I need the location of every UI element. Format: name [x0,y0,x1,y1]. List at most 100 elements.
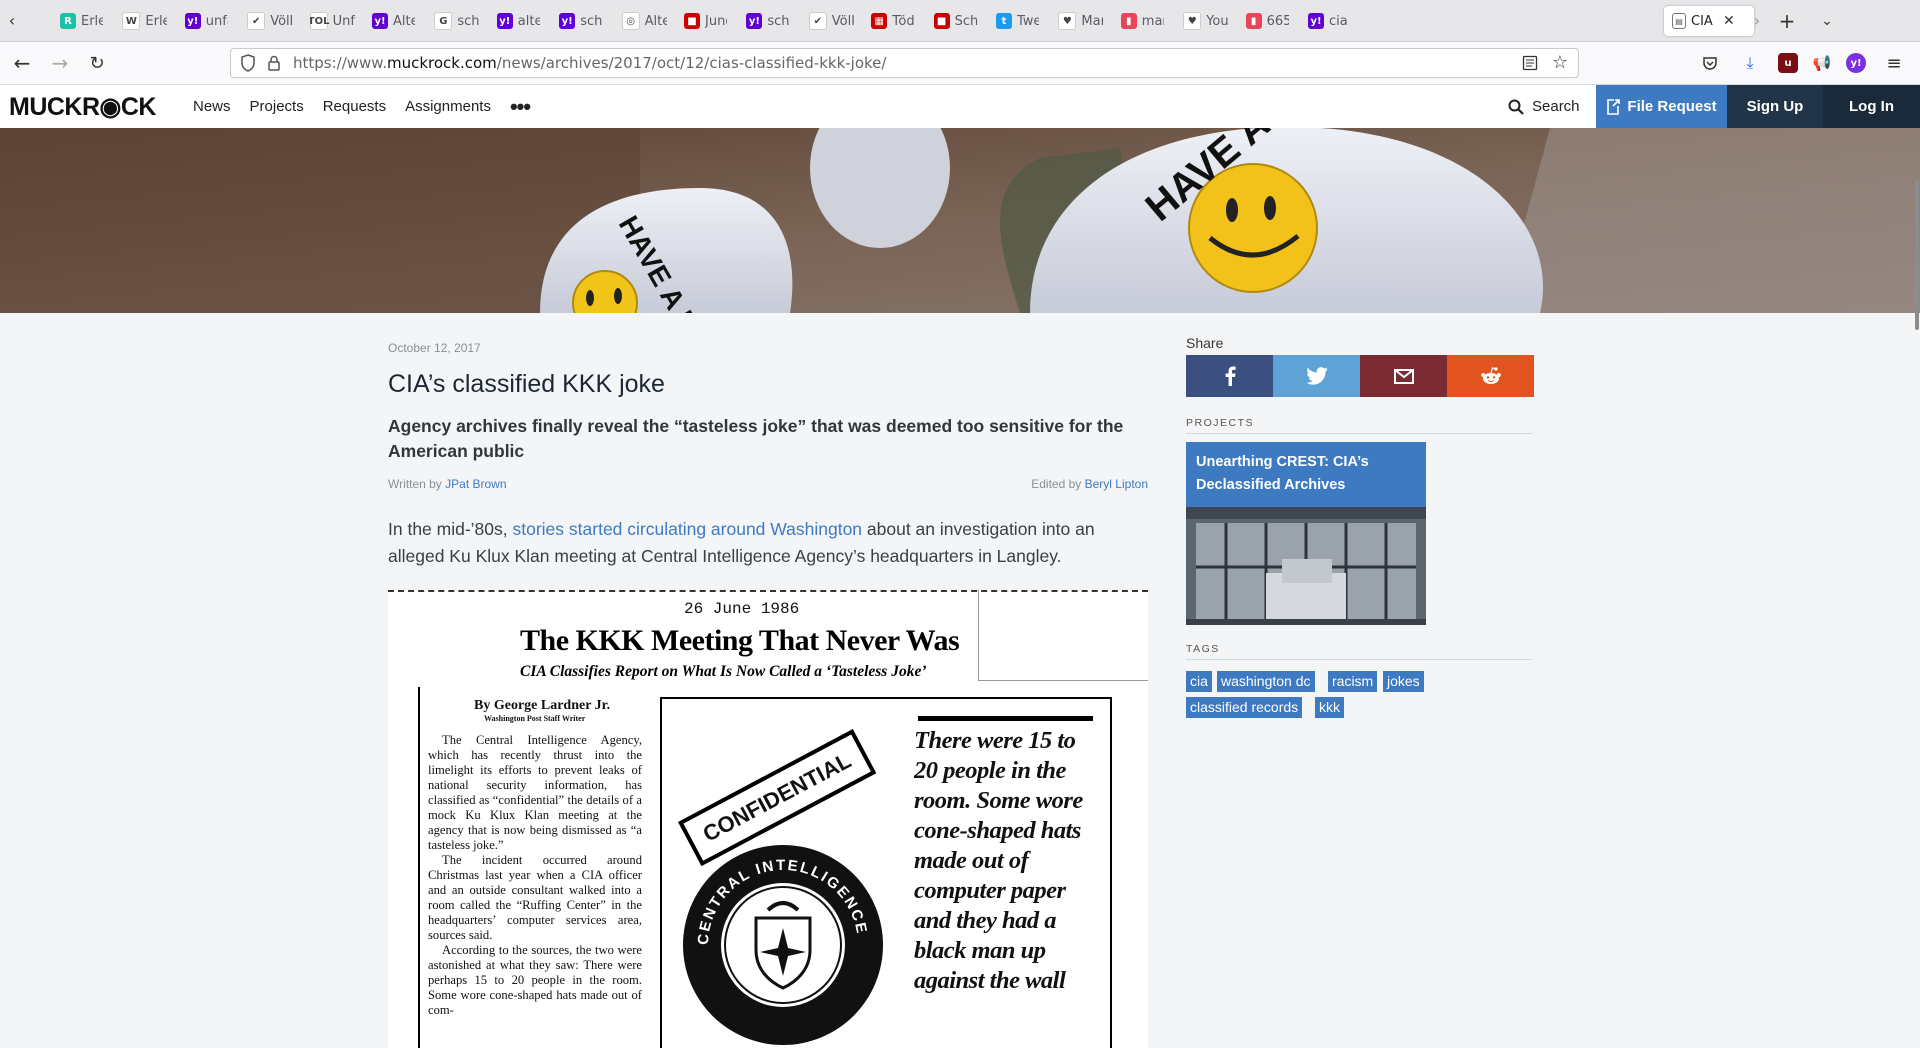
tab-favicon-icon: ♥ [1183,12,1202,30]
log-in-button[interactable]: Log In [1823,85,1920,128]
browser-tab[interactable]: y!schw [746,6,789,36]
nav-projects[interactable]: Projects [250,98,304,115]
browser-tab[interactable]: ✔Völki [247,6,292,36]
byline: Written by JPat Brown [388,477,507,491]
back-icon[interactable]: ← [5,42,39,84]
twitter-icon [1305,367,1328,385]
tab-favicon-icon: t [996,13,1012,29]
new-tab-icon[interactable]: + [1772,0,1802,41]
tab-favicon-icon: G [434,12,453,30]
browser-tab[interactable]: ▦Tödl [871,6,914,36]
browser-tab[interactable]: R Erlen [60,6,103,36]
url-bar[interactable]: https://www.muckrock.com/news/archives/2… [230,48,1579,78]
clipping-byline-sub: Washington Post Staff Writer [484,714,586,723]
tab-scroll-right-icon[interactable]: › [1742,0,1772,41]
file-request-button[interactable]: File Request [1596,85,1727,128]
downloads-icon[interactable]: ⤓ [1740,53,1760,73]
forward-icon[interactable]: → [43,42,77,84]
tab-favicon-icon: W [122,12,141,30]
share-label: Share [1186,335,1224,351]
tracking-shield-icon[interactable] [241,54,255,72]
project-title[interactable]: Unearthing CREST: CIA’s Declassified Arc… [1196,451,1416,497]
tab-favicon-icon: ▦ [871,13,888,29]
more-menu-icon[interactable]: ••• [510,95,531,118]
pocket-icon[interactable] [1700,53,1720,73]
share-twitter-button[interactable] [1273,355,1360,397]
reload-icon[interactable]: ↻ [80,42,114,84]
tags-divider [1186,659,1532,660]
clipping-paragraph: The Central Intelligence Agency, which h… [428,733,642,852]
tag-racism[interactable]: racism [1328,671,1378,692]
editor-link[interactable]: Beryl Lipton [1085,477,1148,491]
project-card[interactable]: Unearthing CREST: CIA’s Declassified Arc… [1186,442,1426,625]
browser-tab[interactable]: y! Alter [372,6,415,36]
browser-tab[interactable]: ■Schw [933,6,977,36]
clipping-byline: By George Lardner Jr. [474,698,611,713]
browser-tab[interactable]: ✔Völki [808,6,854,36]
article-date: October 12, 2017 [388,341,481,355]
nav-requests[interactable]: Requests [323,98,386,115]
browser-tab[interactable]: TOLUnfa [309,6,355,36]
url-text[interactable]: https://www.muckrock.com/news/archives/2… [293,54,886,72]
site-header: MUCKR◉CK News Projects Requests Assignme… [0,85,1920,129]
sign-up-button[interactable]: Sign Up [1727,85,1823,128]
browser-tab[interactable]: ■ Jung [684,6,727,36]
browser-tab[interactable]: y!scha [559,6,602,36]
browser-tab[interactable]: ♥Your [1183,6,1228,36]
reader-view-icon[interactable] [1522,55,1538,71]
tab-favicon-icon: ✔ [808,12,827,30]
tab-title: Marc [1081,13,1104,29]
browser-tab[interactable]: t Twee [996,6,1039,36]
tag-cia[interactable]: cia [1186,671,1212,692]
main-nav: News Projects Requests Assignments ••• [193,85,531,128]
tag-washington-dc[interactable]: washington dc [1217,671,1315,692]
stories-link[interactable]: stories started circulating around Washi… [513,519,863,539]
search-icon [1508,99,1524,115]
browser-tab[interactable]: y! cia k [1308,6,1351,36]
tab-title: Erlen [145,13,168,29]
lock-icon[interactable] [267,55,281,71]
pullquote: There were 15 to 20 people in the room. … [914,727,1083,994]
tab-favicon-icon: y! [746,13,763,29]
tab-title: schw [457,13,480,29]
browser-tab[interactable]: ♥Marc [1058,6,1103,36]
author-link[interactable]: JPat Brown [445,477,506,491]
browser-tab[interactable]: ▮marc [1120,6,1164,36]
tab-scroll-left-icon[interactable]: ‹ [0,0,24,41]
list-tabs-icon[interactable]: ⌄ [1812,0,1842,41]
browser-tab[interactable]: Gschw [434,6,479,36]
tab-favicon-icon: ◎ [621,12,640,30]
nav-news[interactable]: News [193,98,231,115]
browser-tab[interactable]: y!unfal [184,6,228,36]
browser-tab[interactable]: WErlen [122,6,167,36]
tab-title: Erlen [81,13,103,29]
tag-kkk[interactable]: kkk [1315,697,1344,718]
scrollbar-thumb[interactable] [1915,180,1919,330]
menu-icon[interactable]: ≡ [1884,53,1904,74]
nav-assignments[interactable]: Assignments [405,98,491,115]
tab-title: Alter [644,13,667,29]
tab-title: Your [1206,13,1229,29]
reddit-icon [1480,367,1501,384]
article-title: CIA’s classified KKK joke [388,370,665,398]
close-tab-icon[interactable]: ✕ [1723,13,1735,29]
tag-jokes[interactable]: jokes [1383,671,1424,692]
megaphone-icon[interactable]: 📢 [1812,53,1832,73]
share-reddit-button[interactable] [1447,355,1534,397]
search-button[interactable]: Search [1508,85,1580,128]
ublock-icon[interactable]: u [1778,53,1798,73]
browser-tab[interactable]: ◎Alter [621,6,667,36]
browser-tab[interactable]: ▮6656 [1245,6,1289,36]
browser-tab[interactable]: y!alter [496,6,540,36]
hero-image: HAVE A NICE DAY HAVE A NICE DAY [0,128,1920,313]
bookmark-star-icon[interactable]: ☆ [1552,52,1568,73]
share-email-button[interactable] [1360,355,1447,397]
browser-tab-strip: ‹ RErlenWErleny!unfal✔VölkiTOLUnfay!Alte… [0,0,1920,42]
page-scrollbar[interactable] [1914,128,1920,1048]
share-facebook-button[interactable] [1186,355,1273,397]
active-tab[interactable]: ▤ CIA ✕ [1664,6,1754,36]
clipping-date: 26 June 1986 [684,600,800,618]
yahoo-extension-icon[interactable]: y! [1846,53,1866,73]
tag-classified-records[interactable]: classified records [1186,697,1303,718]
muckrock-logo[interactable]: MUCKR◉CK [9,92,156,122]
